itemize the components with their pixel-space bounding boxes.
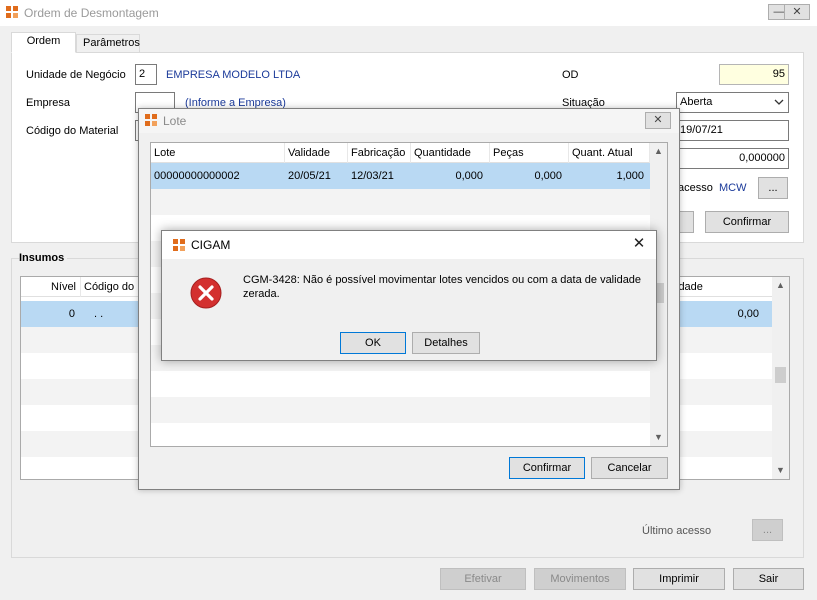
tab-ordem[interactable]: Ordem [11, 32, 76, 53]
cigam-close-icon[interactable]: ✕ [631, 236, 647, 252]
window-title: Ordem de Desmontagem [24, 6, 159, 20]
cigam-logo-icon [173, 239, 185, 251]
od-label: OD [562, 69, 579, 81]
col-pecas: Peças [490, 143, 569, 163]
efetivar-button[interactable]: Efetivar [440, 568, 526, 590]
acesso-dots-button[interactable]: ... [758, 177, 788, 199]
cell-lote: 00000000000002 [154, 170, 240, 182]
main-titlebar: Ordem de Desmontagem — ✕ [0, 0, 817, 26]
insumos-scrollbar[interactable]: ▲ ▼ [772, 277, 789, 479]
lote-titlebar: Lote ✕ [139, 109, 679, 133]
lote-grid-header: Lote Validade Fabricação Quantidade Peça… [151, 143, 667, 163]
empresa-modelo-text: EMPRESA MODELO LTDA [166, 69, 301, 81]
cigam-title: CIGAM [191, 238, 231, 252]
error-message: CGM-3428: Não é possível movimentar lote… [243, 274, 642, 300]
codigo-material-label: Código do Material [26, 125, 119, 137]
cigam-body: CGM-3428: Não é possível movimentar lote… [162, 259, 656, 360]
scroll-down-icon[interactable]: ▼ [772, 462, 789, 479]
ok-button[interactable]: OK [340, 332, 406, 354]
unidade-label: Unidade de Negócio [26, 69, 126, 81]
sair-button[interactable]: Sair [733, 568, 804, 590]
situacao-select[interactable]: Aberta [676, 92, 789, 113]
ultimo-acesso-label: Último acesso [642, 525, 712, 537]
cigam-logo-icon [6, 6, 18, 18]
row-nivel: 0 [68, 308, 75, 320]
close-button[interactable]: ✕ [784, 4, 810, 20]
ultimo-acesso-dots-button[interactable]: ... [752, 519, 783, 541]
od-input[interactable]: 95 [719, 64, 789, 85]
chevron-down-icon [774, 99, 784, 105]
empty-row [151, 397, 650, 423]
col-validade: Validade [285, 143, 348, 163]
lote-row[interactable]: 00000000000002 20/05/21 12/03/21 0,000 0… [151, 163, 650, 189]
lote-confirmar-button[interactable]: Confirmar [509, 457, 585, 479]
cell-fabricacao: 12/03/21 [351, 170, 394, 182]
col-nivel: Nível [21, 277, 81, 297]
col-quantidade: Quantidade [411, 143, 490, 163]
col-quantidade: idade [676, 281, 703, 293]
imprimir-button[interactable]: Imprimir [633, 568, 725, 590]
col-fabricacao: Fabricação [348, 143, 411, 163]
main-confirmar-button[interactable]: Confirmar [705, 211, 789, 233]
scroll-up-icon[interactable]: ▲ [772, 277, 789, 294]
data-input[interactable]: 19/07/21 [676, 120, 789, 141]
movimentos-button[interactable]: Movimentos [534, 568, 626, 590]
cell-quantidade: 0,000 [455, 170, 483, 182]
scroll-down-icon[interactable]: ▼ [650, 429, 667, 446]
cigam-error-dialog: CIGAM ✕ CGM-3428: Não é possível movimen… [161, 230, 657, 361]
detalhes-button[interactable]: Detalhes [412, 332, 480, 354]
quantidade-input[interactable]: 0,000000 [676, 148, 789, 169]
cell-quant-atual: 1,000 [616, 170, 644, 182]
situacao-value: Aberta [680, 96, 713, 108]
unidade-input[interactable]: 2 [135, 64, 157, 85]
lote-close-button[interactable]: ✕ [645, 112, 671, 129]
cigam-titlebar: CIGAM ✕ [162, 231, 656, 259]
empresa-label: Empresa [26, 97, 71, 109]
scroll-up-icon[interactable]: ▲ [650, 143, 667, 160]
insumos-title: Insumos [19, 252, 68, 264]
cell-pecas: 0,000 [534, 170, 562, 182]
tab-parametros[interactable]: Parâmetros [76, 34, 140, 53]
cell-validade: 20/05/21 [288, 170, 331, 182]
error-icon [190, 277, 222, 309]
col-lote: Lote [151, 143, 285, 163]
empty-row [151, 189, 650, 215]
row-valor: 0,00 [737, 308, 759, 320]
acesso-user: MCW [719, 182, 747, 194]
col-quant-atual: Quant. Atual [569, 143, 650, 163]
scroll-thumb[interactable] [775, 367, 786, 383]
cigam-logo-icon [145, 114, 157, 126]
lote-cancelar-button[interactable]: Cancelar [591, 457, 668, 479]
lote-title: Lote [163, 114, 187, 128]
acesso-label: acesso [678, 182, 713, 194]
